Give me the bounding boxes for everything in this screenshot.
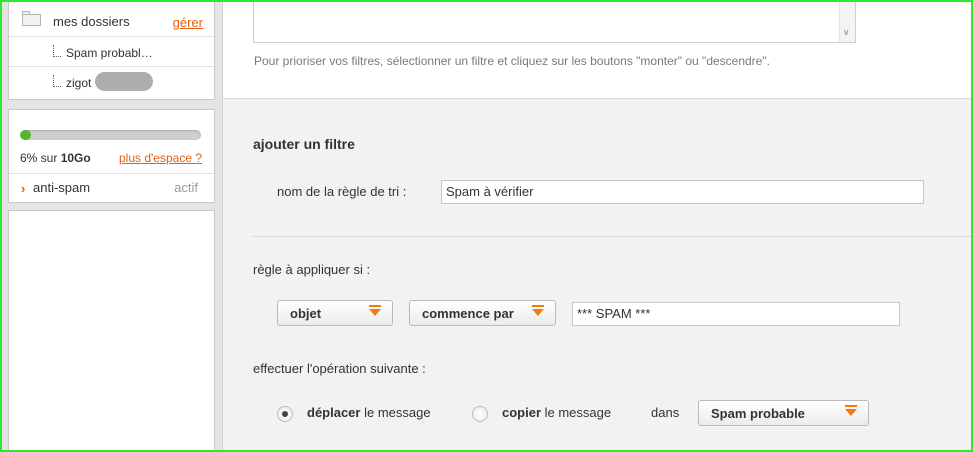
field-select[interactable]: objet (277, 300, 393, 326)
move-option-bold: déplacer (307, 405, 361, 420)
filters-list-box[interactable]: ∨ (253, 0, 856, 43)
rule-name-label: nom de la règle de tri : (277, 184, 407, 199)
move-option-rest: le message (360, 405, 431, 420)
condition-value-input[interactable]: *** SPAM *** (572, 302, 900, 326)
main-content: ∨ Pour prioriser vos filtres, sélectionn… (222, 0, 972, 450)
empty-panel (8, 210, 215, 452)
section-title: ajouter un filtre (253, 136, 355, 152)
folders-panel: mes dossiers gérer Spam probabl… zigot (8, 0, 215, 100)
antispam-status: actif (174, 180, 198, 195)
sidebar-folder-spam[interactable]: Spam probabl… (9, 37, 214, 67)
chevron-right-icon: › (21, 181, 26, 196)
quota-progress-bar (20, 130, 201, 140)
more-space-link[interactable]: plus d'espace ? (119, 151, 202, 165)
folder-label: zigot (66, 76, 92, 90)
copy-option-label[interactable]: copier le message (502, 405, 611, 420)
field-select-value: objet (290, 306, 322, 321)
redacted-mask (95, 72, 153, 91)
folder-icon (22, 11, 41, 26)
antispam-link[interactable]: anti-spam (33, 180, 90, 195)
chevron-down-icon[interactable]: ∨ (843, 27, 850, 38)
quota-panel: 6% sur 10Go plus d'espace ? › anti-spam … (8, 109, 215, 203)
rule-name-input[interactable]: Spam à vérifier (441, 180, 924, 204)
move-option-label[interactable]: déplacer le message (307, 405, 431, 420)
manage-folders-link[interactable]: gérer (173, 15, 203, 30)
copy-option-bold: copier (502, 405, 542, 420)
sidebar: mes dossiers gérer Spam probabl… zigot 6… (2, 0, 222, 452)
operation-label: effectuer l'opération suivante : (253, 361, 426, 376)
sidebar-folder-zigot[interactable]: zigot (9, 67, 214, 99)
move-radio[interactable] (277, 406, 293, 422)
target-folder-value: Spam probable (711, 406, 805, 421)
folder-label: Spam probabl… (66, 46, 153, 60)
add-filter-section: ajouter un filtre nom de la règle de tri… (223, 98, 972, 450)
quota-capacity: 10Go (60, 151, 91, 165)
dropdown-arrow-icon (845, 405, 857, 416)
divider (253, 236, 972, 237)
divider (9, 173, 214, 174)
dropdown-arrow-icon (532, 305, 544, 316)
quota-progress-fill (20, 130, 31, 140)
tree-branch-icon (53, 75, 61, 87)
tree-branch-icon (53, 45, 61, 57)
dropdown-arrow-icon (369, 305, 381, 316)
operator-select-value: commence par (422, 306, 514, 321)
condition-label: règle à appliquer si : (253, 262, 371, 277)
scrollbar[interactable]: ∨ (839, 0, 855, 42)
priority-hint: Pour prioriser vos filtres, sélectionner… (254, 54, 770, 68)
folders-title: mes dossiers (53, 14, 130, 29)
copy-radio[interactable] (472, 406, 488, 422)
folders-header: mes dossiers gérer (9, 1, 214, 37)
quota-percent: 6% sur (20, 151, 61, 165)
operator-select[interactable]: commence par (409, 300, 556, 326)
in-label: dans (651, 405, 680, 420)
target-folder-select[interactable]: Spam probable (698, 400, 869, 426)
quota-text: 6% sur 10Go (20, 151, 91, 165)
copy-option-rest: le message (541, 405, 612, 420)
